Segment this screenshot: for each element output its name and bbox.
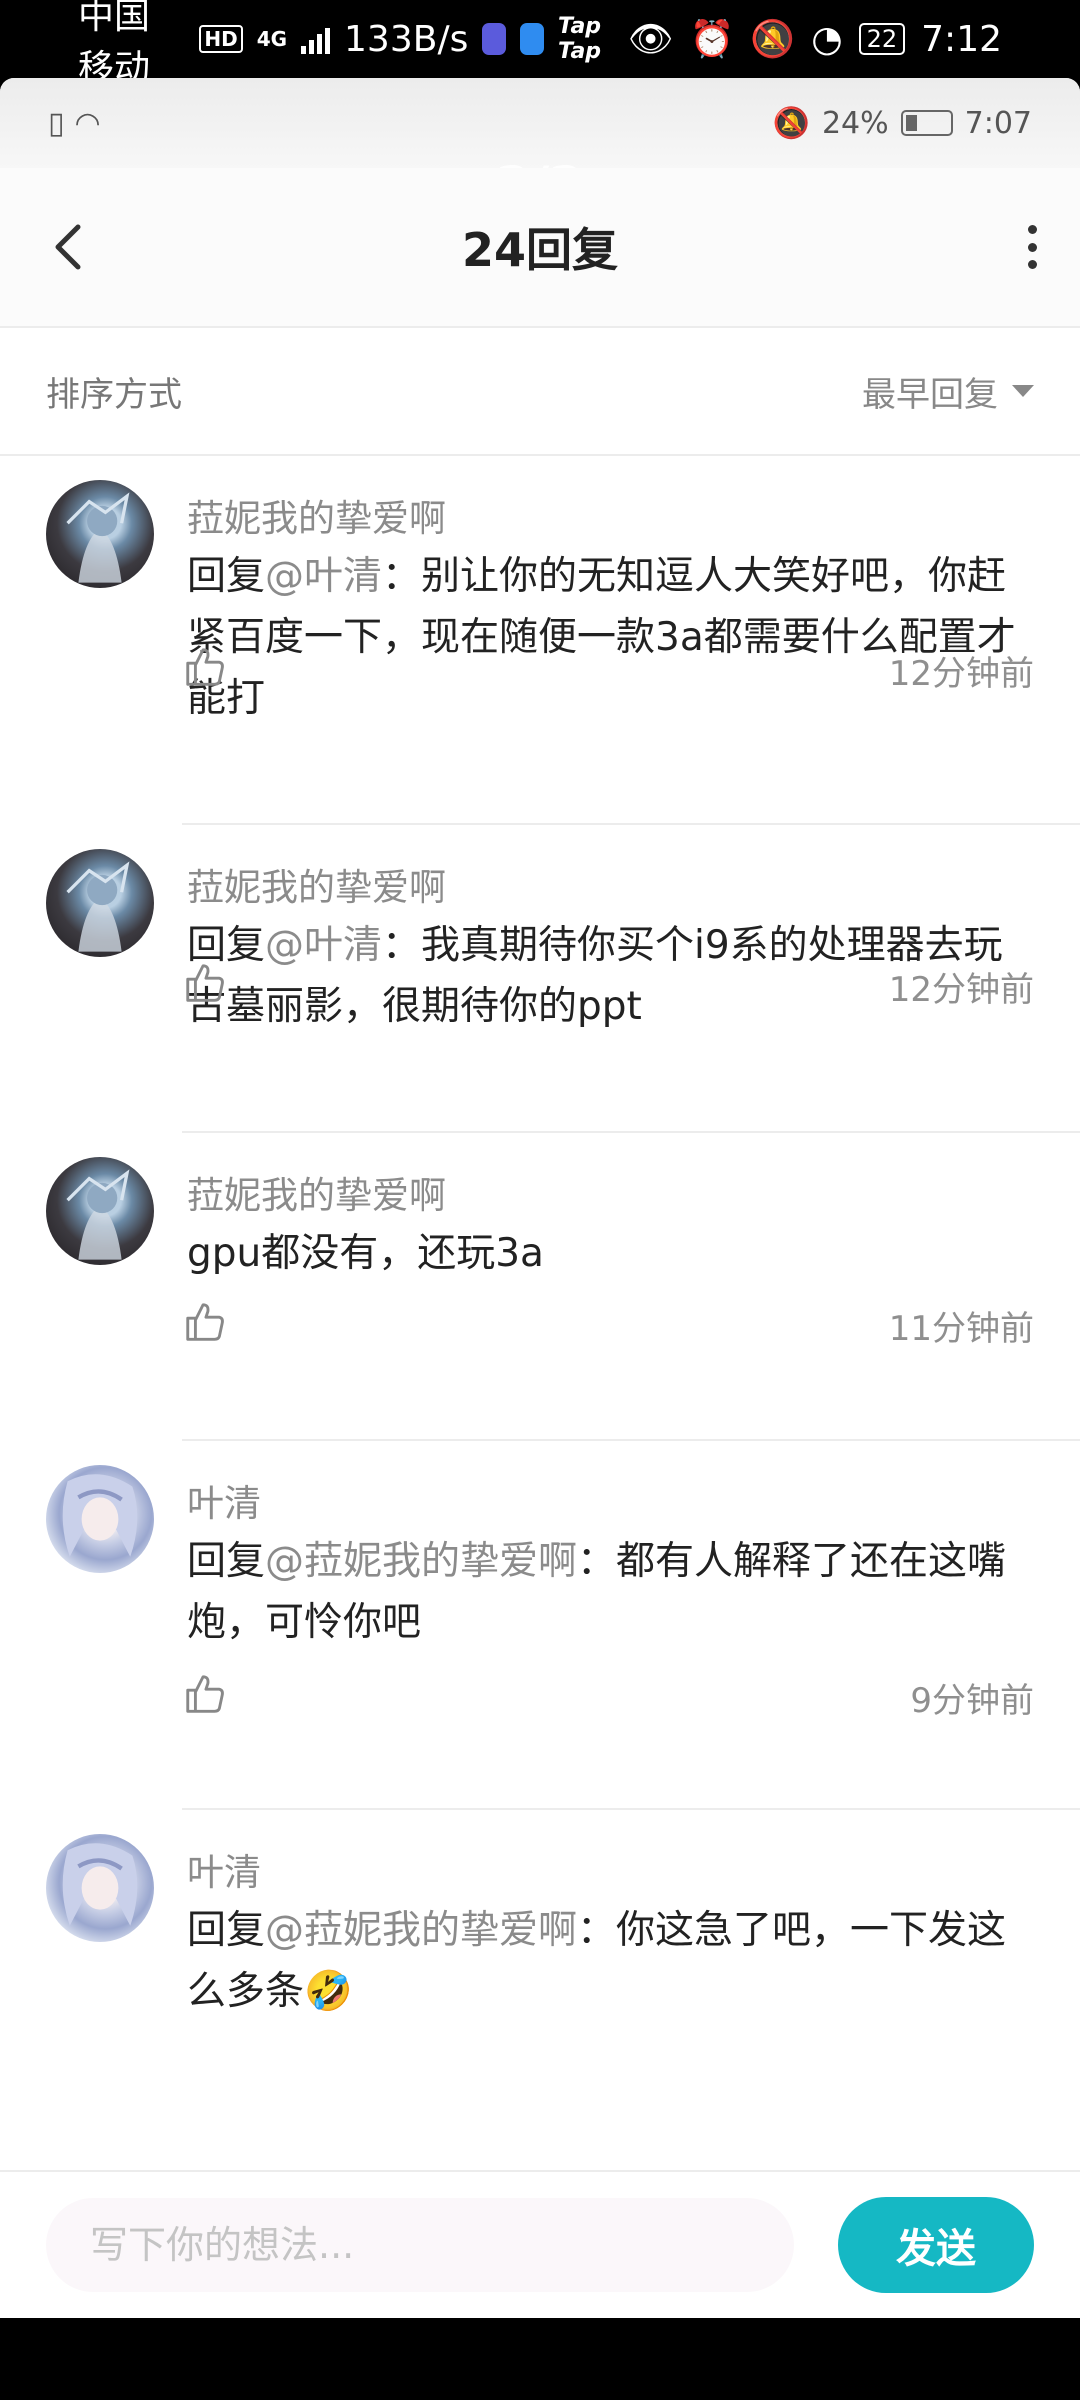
mention-link[interactable]: @叶清 xyxy=(265,923,382,968)
thumbs-up-icon[interactable] xyxy=(182,1299,228,1345)
navigation-bar xyxy=(0,2318,1080,2400)
reply-author[interactable]: 菈妮我的挚爱啊 xyxy=(187,488,446,542)
avatar[interactable] xyxy=(46,1834,154,1942)
reply-time: 12分钟前 xyxy=(888,654,1034,694)
reply-text: 回复@菈妮我的挚爱啊：你这急了吧，一下发这么多条🤣 xyxy=(187,1908,1007,2014)
network-speed: 133B/s xyxy=(344,18,469,60)
thumbs-up-icon[interactable] xyxy=(182,960,228,1006)
inner-status-bar: ▯ ◠ 🔕 24% 7:07 xyxy=(0,78,1080,168)
tieba-app-icon xyxy=(482,23,507,55)
sort-bar: 排序方式 最早回复 xyxy=(0,328,1080,456)
taptap-label: Tap Tap xyxy=(558,14,602,64)
hd-badge: HD xyxy=(199,25,243,53)
reply-author[interactable]: 叶清 xyxy=(187,1473,261,1527)
sort-selected-value: 最早回复 xyxy=(862,374,998,415)
reply-text: gpu都没有，还玩3a xyxy=(187,1231,544,1276)
reply-author[interactable]: 叶清 xyxy=(187,1842,261,1896)
reply-item: 叶清 回复@菈妮我的挚爱啊：你这急了吧，一下发这么多条🤣 xyxy=(0,1810,1080,2110)
wifi-icon: ◠ xyxy=(74,105,101,141)
inner-battery-pct: 24% xyxy=(821,105,889,141)
page-header: 24回复 xyxy=(0,168,1080,328)
network-type: 4G xyxy=(256,27,288,51)
more-options-icon[interactable] xyxy=(1020,217,1044,277)
mention-link[interactable]: @菈妮我的挚爱啊 xyxy=(265,1539,577,1584)
reply-list: 菈妮我的挚爱啊 回复@叶清：别让你的无知逗人大笑好吧，你赶紧百度一下，现在随便一… xyxy=(0,456,1080,2110)
reply-time: 11分钟前 xyxy=(888,1309,1034,1349)
reply-text: 回复@叶清：别让你的无知逗人大笑好吧，你赶紧百度一下，现在随便一款3a都需要什么… xyxy=(187,554,1016,721)
sort-label: 排序方式 xyxy=(46,374,182,415)
app-window: ▯ ◠ 🔕 24% 7:07 2/2 24回复 排序方式 最早回复 菈妮我的挚爱… xyxy=(0,78,1080,2318)
reply-time: 12分钟前 xyxy=(888,970,1034,1010)
reply-item: 叶清 回复@菈妮我的挚爱啊：都有人解释了还在这嘴炮，可怜你吧 9分钟前 xyxy=(0,1441,1080,1810)
mute-icon: 🔕 xyxy=(772,105,810,141)
comment-input-bar: 发送 xyxy=(0,2170,1080,2318)
send-button[interactable]: 发送 xyxy=(838,2197,1034,2293)
thumbs-up-icon[interactable] xyxy=(182,644,228,690)
alarm-icon: ⏰ xyxy=(689,19,735,60)
reply-item: 菈妮我的挚爱啊 gpu都没有，还玩3a 11分钟前 xyxy=(0,1133,1080,1441)
caret-down-icon xyxy=(1012,385,1034,397)
reply-time: 9分钟前 xyxy=(910,1681,1034,1721)
page-title: 24回复 xyxy=(461,223,618,277)
clock: 7:12 xyxy=(921,18,1002,60)
avatar[interactable] xyxy=(46,1157,154,1265)
cloud-app-icon xyxy=(520,23,545,55)
reply-text: 回复@菈妮我的挚爱啊：都有人解释了还在这嘴炮，可怜你吧 xyxy=(187,1539,1007,1645)
signal-icon xyxy=(301,24,331,54)
reply-item: 菈妮我的挚爱啊 回复@叶清：我真期待你买个i9系的处理器去玩古墓丽影，很期待你的… xyxy=(0,825,1080,1133)
eye-icon: 👁 xyxy=(627,19,674,60)
mention-link[interactable]: @菈妮我的挚爱啊 xyxy=(265,1908,577,1953)
mention-link[interactable]: @叶清 xyxy=(265,554,382,599)
comment-input[interactable] xyxy=(46,2198,794,2292)
reply-author[interactable]: 菈妮我的挚爱啊 xyxy=(187,1165,446,1219)
speed-icon: ◔ xyxy=(811,18,843,60)
sort-dropdown[interactable]: 最早回复 xyxy=(862,367,1034,416)
avatar[interactable] xyxy=(46,849,154,957)
mute-icon: 🔕 xyxy=(750,19,796,60)
battery-icon xyxy=(900,110,953,136)
avatar[interactable] xyxy=(46,480,154,588)
thumbs-up-icon[interactable] xyxy=(182,1671,228,1717)
back-arrow-icon[interactable] xyxy=(40,217,100,277)
battery-indicator: 22 xyxy=(858,23,906,55)
reply-item: 菈妮我的挚爱啊 回复@叶清：别让你的无知逗人大笑好吧，你赶紧百度一下，现在随便一… xyxy=(0,456,1080,825)
reply-author[interactable]: 菈妮我的挚爱啊 xyxy=(187,857,446,911)
avatar[interactable] xyxy=(46,1465,154,1573)
inner-clock: 7:07 xyxy=(964,105,1032,141)
system-status-bar: 中国移动 HD 4G 133B/s Tap Tap 👁 ⏰ 🔕 ◔ 22 7:1… xyxy=(0,0,1080,89)
sim-alert-icon: ▯ xyxy=(48,105,65,141)
